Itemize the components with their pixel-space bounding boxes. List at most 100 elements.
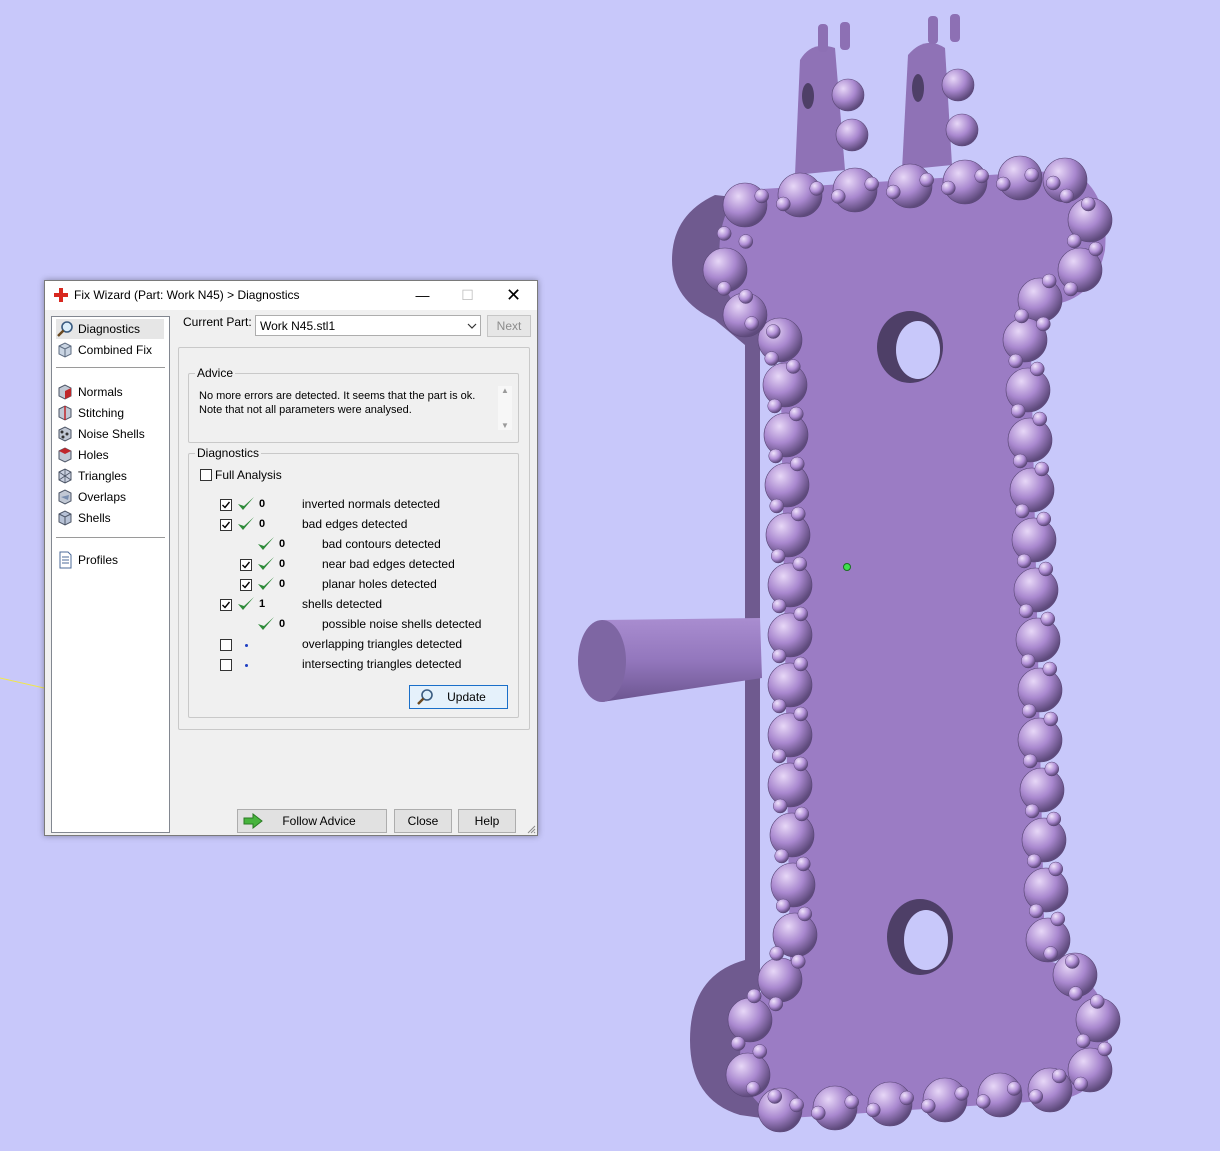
nav-divider <box>56 367 165 368</box>
arrow-right-icon <box>243 812 263 830</box>
title-bar[interactable]: Fix Wizard (Part: Work N45) > Diagnostic… <box>45 281 537 310</box>
diagnostic-checkbox[interactable] <box>220 599 232 611</box>
diagnostic-label: planar holes detected <box>322 577 437 591</box>
scroll-down-icon[interactable]: ▼ <box>501 421 509 430</box>
nav-item-diagnostics[interactable]: Diagnostics <box>56 319 164 339</box>
model-small-bead <box>1088 241 1104 257</box>
model-bead <box>831 78 865 112</box>
close-window-button[interactable]: ✕ <box>491 281 536 310</box>
model-bead <box>762 362 808 408</box>
check-mark-icon <box>257 616 275 632</box>
nav-item-combined-fix[interactable]: Combined Fix <box>56 340 164 360</box>
diagnostic-label: overlapping triangles detected <box>302 637 463 651</box>
maximize-button[interactable]: ☐ <box>445 281 490 310</box>
model-small-bead <box>1042 661 1058 677</box>
model-small-bead <box>789 406 804 422</box>
model-small-bead <box>1038 561 1054 577</box>
model-small-bead <box>1048 861 1064 877</box>
diagnostic-label: inverted normals detected <box>302 497 441 511</box>
diagnostic-checkbox[interactable] <box>220 659 232 671</box>
model-small-bead <box>738 289 754 304</box>
nav-item-normals[interactable]: Normals <box>56 382 164 402</box>
nav-item-shells[interactable]: Shells <box>56 508 164 528</box>
model-small-bead <box>1075 1033 1091 1049</box>
check-mark-icon <box>257 556 275 572</box>
diagnostic-checkbox[interactable] <box>240 559 252 571</box>
model-bead <box>941 68 975 102</box>
model-small-bead <box>776 196 791 212</box>
model-small-bead <box>811 1105 826 1121</box>
diagnostic-checkbox[interactable] <box>220 639 232 651</box>
model-small-bead <box>809 181 824 196</box>
model-small-bead <box>716 281 732 296</box>
model-small-bead <box>1006 1081 1022 1096</box>
model-small-bead <box>797 906 813 922</box>
check-mark-icon <box>237 516 255 532</box>
minimize-button[interactable]: — <box>400 281 445 310</box>
model-small-bead <box>1051 1068 1067 1084</box>
model-small-bead <box>1041 273 1057 289</box>
model-small-bead <box>1065 954 1080 969</box>
nav-item-triangles[interactable]: Triangles <box>56 466 164 486</box>
close-button[interactable]: Close <box>394 809 452 833</box>
nav-item-overlaps[interactable]: Overlaps <box>56 487 164 507</box>
diagnostic-checkbox[interactable] <box>220 499 232 511</box>
model-small-bead <box>1008 353 1023 369</box>
advice-scrollbar[interactable]: ▲ ▼ <box>498 386 512 430</box>
diagnostic-label: bad contours detected <box>322 537 441 551</box>
model-small-bead <box>796 856 811 872</box>
diagnostics-group: Diagnostics Full Analysis 0 inverted norm… <box>188 446 519 718</box>
model-small-bead <box>1024 167 1039 183</box>
model-small-bead <box>844 1094 859 1110</box>
follow-advice-label: Follow Advice <box>282 814 356 828</box>
model-small-bead <box>745 1081 761 1096</box>
model-bead <box>769 812 815 858</box>
model-small-bead <box>770 548 786 564</box>
model-bead <box>1015 617 1061 663</box>
nav-item-noise-shells[interactable]: Noise Shells <box>56 424 164 444</box>
follow-advice-button[interactable]: Follow Advice <box>237 809 387 833</box>
model-small-bead <box>1026 853 1042 869</box>
diagnostic-checkbox[interactable] <box>220 519 232 531</box>
model-small-bead <box>1044 761 1060 777</box>
model-small-bead <box>793 756 809 772</box>
model-small-bead <box>794 806 810 822</box>
model-small-bead <box>974 168 989 184</box>
model-small-bead <box>771 598 787 614</box>
advice-title: Advice <box>195 366 236 380</box>
model-small-bead <box>899 1090 914 1106</box>
model-small-bead <box>793 656 809 672</box>
normals-cube-icon <box>58 384 72 400</box>
full-analysis-checkbox[interactable] <box>200 469 212 481</box>
model-small-bead <box>1012 453 1028 469</box>
model-small-bead <box>767 1089 783 1104</box>
diagnostic-checkbox[interactable] <box>240 579 252 591</box>
diagnostic-count: 0 <box>279 538 286 550</box>
current-part-select[interactable]: Work N45.stl1 <box>255 315 481 336</box>
model-bead <box>1011 517 1057 563</box>
nav-item-holes[interactable]: Holes <box>56 445 164 465</box>
cube-icon <box>58 342 72 358</box>
model-tab-left <box>795 45 845 175</box>
model-bead <box>1007 417 1053 463</box>
nav-item-profiles[interactable]: Profiles <box>56 550 164 570</box>
model-bead <box>770 862 816 908</box>
scroll-up-icon[interactable]: ▲ <box>501 386 509 395</box>
nav-item-stitching[interactable]: Stitching <box>56 403 164 423</box>
diagnostic-label: near bad edges detected <box>322 557 455 571</box>
stitching-icon <box>58 405 72 421</box>
update-button[interactable]: Update <box>409 685 508 709</box>
dialog-title: Fix Wizard (Part: Work N45) > Diagnostic… <box>74 288 300 302</box>
model-small-bead <box>768 448 783 464</box>
model-small-bead <box>1036 511 1052 527</box>
shells-icon <box>58 510 72 526</box>
next-button[interactable]: Next <box>487 315 531 337</box>
help-button[interactable]: Help <box>458 809 516 833</box>
model-small-bead <box>954 1086 969 1101</box>
resize-grip-icon[interactable] <box>526 824 536 834</box>
model-small-bead <box>1036 316 1051 332</box>
model-small-bead <box>769 498 784 514</box>
pending-dot-icon <box>245 664 248 667</box>
model-small-bead <box>996 176 1011 192</box>
model-small-bead <box>1014 503 1030 519</box>
